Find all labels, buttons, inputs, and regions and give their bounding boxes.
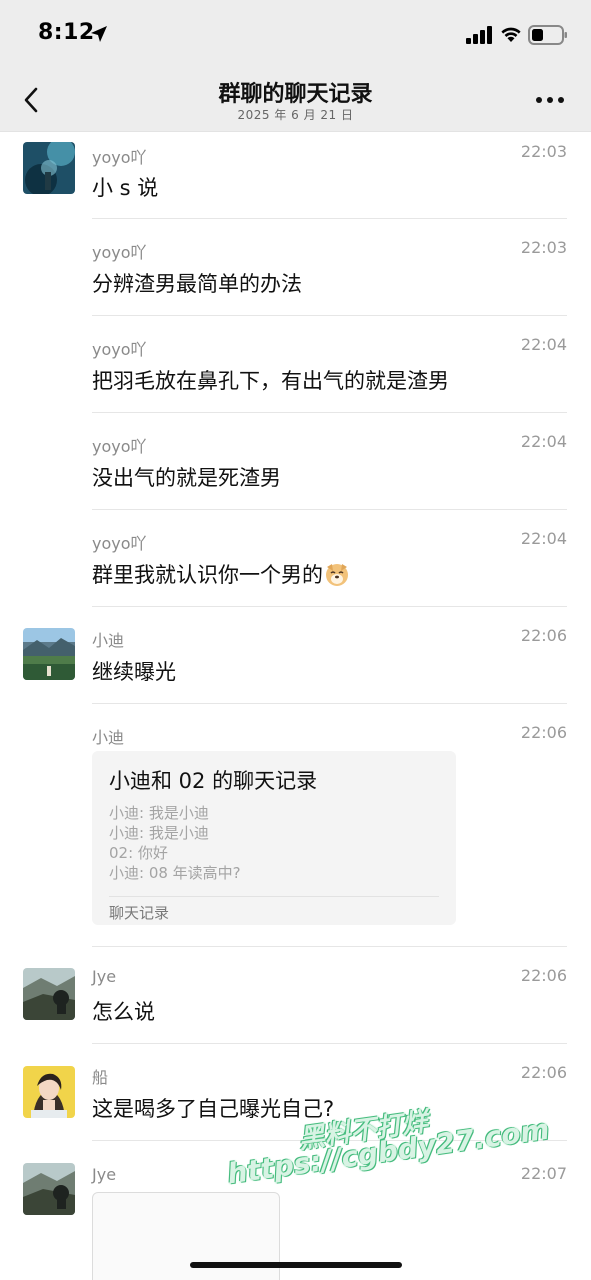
card-preview-line: 02: 你好 bbox=[109, 844, 168, 862]
nav-bar: 群聊的聊天记录 2025 年 6 月 21 日 bbox=[0, 70, 591, 132]
list-item: Jye 22:06 怎么说 bbox=[0, 947, 591, 1044]
list-item: yoyo吖 22:04 把羽毛放在鼻孔下，有出气的就是渣男 bbox=[0, 326, 591, 423]
card-preview-line: 小迪: 08 年读高中? bbox=[109, 864, 241, 882]
message-time: 22:06 bbox=[520, 966, 567, 985]
list-item: yoyo吖 22:03 小 s 说 bbox=[0, 132, 591, 229]
message-text: 分辨渣男最简单的办法 bbox=[92, 272, 302, 296]
sender-name: yoyo吖 bbox=[92, 243, 147, 262]
message-text: 怎么说 bbox=[92, 1000, 155, 1024]
home-indicator[interactable] bbox=[190, 1262, 402, 1268]
cellular-signal-icon bbox=[466, 26, 492, 44]
sender-name: Jye bbox=[92, 967, 117, 986]
sender-name: 船 bbox=[92, 1068, 109, 1087]
message-time: 22:04 bbox=[520, 335, 567, 354]
dog-face-emoji-icon bbox=[326, 564, 348, 586]
card-divider bbox=[109, 896, 439, 897]
divider bbox=[92, 703, 567, 704]
page-title: 群聊的聊天记录 bbox=[218, 82, 373, 107]
message-text: 继续曝光 bbox=[92, 660, 176, 684]
list-item: yoyo吖 22:04 群里我就认识你一个男的 bbox=[0, 520, 591, 617]
divider bbox=[92, 412, 567, 413]
avatar[interactable] bbox=[23, 968, 75, 1020]
sender-name: 小迪 bbox=[92, 728, 125, 747]
divider bbox=[92, 218, 567, 219]
message-time: 22:06 bbox=[520, 723, 567, 742]
status-bar: 8:12 bbox=[0, 0, 591, 70]
sender-name: Jye bbox=[92, 1165, 117, 1184]
list-item: 小迪 22:06 小迪和 02 的聊天记录 小迪: 我是小迪 小迪: 我是小迪 … bbox=[0, 714, 591, 947]
status-time: 8:12 bbox=[38, 20, 95, 45]
sender-name: 小迪 bbox=[92, 631, 125, 650]
message-time: 22:07 bbox=[520, 1164, 567, 1183]
divider bbox=[92, 315, 567, 316]
card-preview-line: 小迪: 我是小迪 bbox=[109, 824, 209, 842]
sender-name: yoyo吖 bbox=[92, 148, 147, 167]
avatar[interactable] bbox=[23, 1163, 75, 1215]
forwarded-chat-record-card[interactable]: 小迪和 02 的聊天记录 小迪: 我是小迪 小迪: 我是小迪 02: 你好 小迪… bbox=[92, 751, 456, 925]
message-time: 22:04 bbox=[520, 432, 567, 451]
message-time: 22:06 bbox=[520, 626, 567, 645]
page-subtitle-date: 2025 年 6 月 21 日 bbox=[237, 108, 354, 122]
more-options-icon[interactable] bbox=[534, 90, 566, 110]
battery-icon bbox=[528, 25, 567, 45]
divider bbox=[92, 606, 567, 607]
message-time: 22:06 bbox=[520, 1063, 567, 1082]
message-time: 22:03 bbox=[520, 142, 567, 161]
list-item: 小迪 22:06 继续曝光 bbox=[0, 617, 591, 714]
wifi-icon bbox=[501, 27, 521, 42]
avatar[interactable] bbox=[23, 142, 75, 194]
message-text: 小 s 说 bbox=[92, 176, 159, 200]
sender-name: yoyo吖 bbox=[92, 340, 147, 359]
avatar[interactable] bbox=[23, 1066, 75, 1118]
card-footer-label: 聊天记录 bbox=[109, 904, 170, 922]
avatar[interactable] bbox=[23, 628, 75, 680]
message-text: 把羽毛放在鼻孔下，有出气的就是渣男 bbox=[92, 369, 449, 393]
message-text-content: 群里我就认识你一个男的 bbox=[92, 563, 323, 587]
message-text: 没出气的就是死渣男 bbox=[92, 466, 281, 490]
message-time: 22:03 bbox=[520, 238, 567, 257]
sender-name: yoyo吖 bbox=[92, 437, 147, 456]
card-preview-line: 小迪: 我是小迪 bbox=[109, 804, 209, 822]
message-time: 22:04 bbox=[520, 529, 567, 548]
list-item: yoyo吖 22:03 分辨渣男最简单的办法 bbox=[0, 229, 591, 326]
list-item: yoyo吖 22:04 没出气的就是死渣男 bbox=[0, 423, 591, 520]
card-title: 小迪和 02 的聊天记录 bbox=[109, 769, 318, 793]
divider bbox=[92, 509, 567, 510]
message-text: 群里我就认识你一个男的 bbox=[92, 559, 350, 589]
location-arrow-icon bbox=[91, 26, 107, 42]
sender-name: yoyo吖 bbox=[92, 534, 147, 553]
